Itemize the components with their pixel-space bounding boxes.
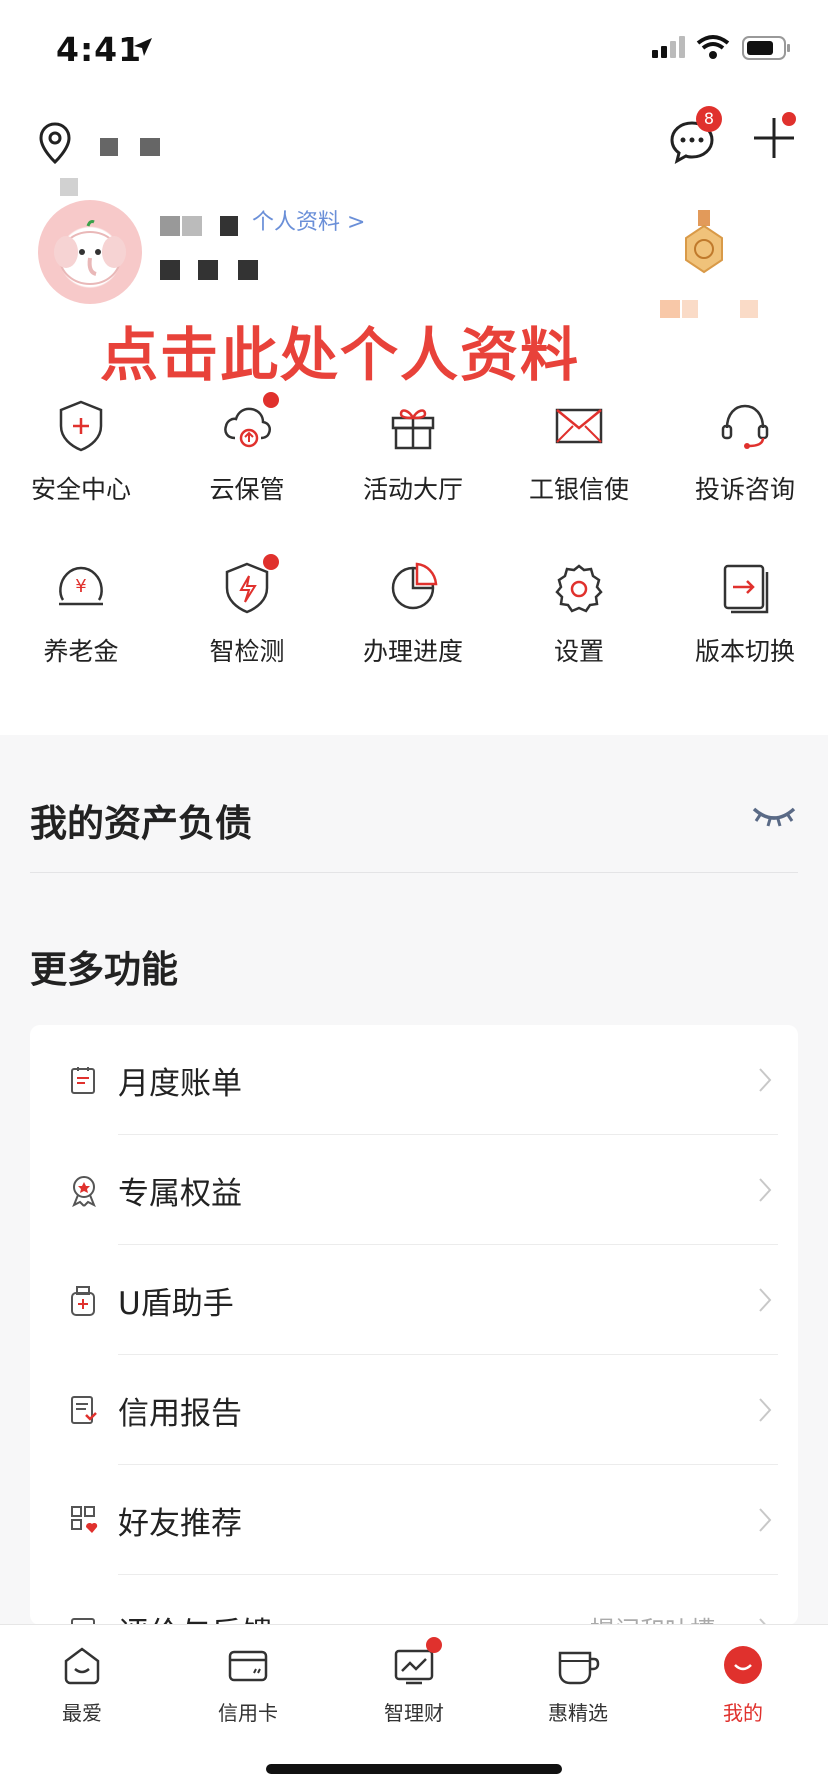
shield-bolt-icon (219, 554, 279, 616)
profile-link[interactable]: 个人资料 > (252, 204, 365, 236)
grid-item-activity-hall[interactable]: 活动大厅 (338, 398, 488, 506)
list-item-friend-referral[interactable]: 好友推荐 (30, 1465, 798, 1575)
grid-label: 版本切换 (694, 637, 795, 666)
tab-label: 信用卡 (218, 1701, 278, 1725)
notification-dot (426, 1637, 442, 1653)
medal-icon[interactable] (680, 210, 728, 280)
profile-section[interactable]: 个人资料 > 点击此处个人资料 (0, 190, 828, 390)
badge-icon (72, 1176, 96, 1207)
promo-annotation-text: 点击此处个人资料 (100, 321, 581, 389)
chart-line-icon (392, 1637, 442, 1687)
pie-progress-icon (385, 560, 441, 616)
grid-label: 设置 (553, 637, 604, 666)
status-bar: 4:41 (0, 0, 828, 100)
top-header: 8 (0, 100, 828, 196)
tab-mine[interactable]: 我的 (678, 1643, 808, 1726)
grid-item-icbc-messenger[interactable]: 工银信使 (504, 398, 654, 506)
list-item-monthly-bill[interactable]: 月度账单 (30, 1025, 798, 1135)
list-item-label: U盾助手 (118, 1286, 234, 1322)
list-item-label: 评价与反馈 (118, 1608, 273, 1625)
yuan-coin-icon: ¥ (53, 560, 109, 616)
grid-item-settings[interactable]: 设置 (504, 560, 654, 668)
ukey-icon (71, 1286, 95, 1316)
grid-item-progress[interactable]: 办理进度 (338, 560, 488, 668)
eye-closed-icon[interactable] (750, 803, 798, 829)
chevron-right-icon (759, 1068, 772, 1092)
tab-label: 我的 (723, 1701, 763, 1725)
grid-label: 办理进度 (362, 637, 463, 666)
list-item-label: 月度账单 (118, 1066, 242, 1102)
headset-icon (717, 398, 773, 454)
elephant-avatar-icon (54, 220, 126, 285)
tab-favorites[interactable]: 最爱 (17, 1643, 147, 1726)
shield-plus-icon (53, 398, 109, 454)
grid-item-cloud-storage[interactable]: 云保管 (172, 392, 322, 506)
grid-label: 云保管 (209, 475, 285, 504)
grid-item-security-center[interactable]: 安全中心 (6, 398, 156, 506)
tab-smart-finance[interactable]: 智理财 (349, 1637, 479, 1726)
tab-selected-deals[interactable]: 惠精选 (513, 1643, 643, 1726)
tab-label: 最爱 (62, 1701, 102, 1725)
notification-dot (263, 554, 279, 570)
battery-icon (742, 36, 790, 60)
grid-label: 投诉咨询 (694, 475, 795, 504)
grid-label: 工银信使 (528, 475, 629, 504)
plus-notification-dot (782, 112, 796, 126)
grid-label: 活动大厅 (362, 475, 463, 504)
list-item-label: 专属权益 (118, 1176, 242, 1212)
cup-icon (556, 1643, 600, 1687)
cellular-signal-icon (652, 36, 685, 58)
home-indicator[interactable] (266, 1764, 562, 1774)
section-divider (30, 872, 798, 873)
qr-share-icon (71, 1506, 98, 1533)
list-item-credit-report[interactable]: 信用报告 (30, 1355, 798, 1465)
chevron-right-icon (759, 1508, 772, 1532)
cloud-upload-icon (219, 392, 279, 454)
chevron-right-icon (759, 1178, 772, 1202)
more-functions-title: 更多功能 (30, 948, 178, 991)
location-arrow-icon (134, 38, 152, 56)
gift-icon (385, 398, 441, 454)
grid-item-smart-detection[interactable]: 智检测 (172, 554, 322, 668)
tab-label: 惠精选 (548, 1701, 608, 1725)
list-item-hint: 提问和吐槽 (590, 1611, 715, 1625)
location-pin-icon[interactable] (38, 122, 72, 166)
chevron-right-icon (759, 1288, 772, 1312)
smile-circle-icon (721, 1643, 765, 1687)
envelope-icon (551, 398, 607, 454)
list-item-exclusive-benefits[interactable]: 专属权益 (30, 1135, 798, 1245)
content-section: 我的资产负债 更多功能 月度账单 专属权益 U盾助手 信用报告 好友推荐 (0, 735, 828, 1625)
list-item-ukey-assistant[interactable]: U盾助手 (30, 1245, 798, 1355)
svg-text:¥: ¥ (75, 576, 86, 597)
assets-title: 我的资产负债 (30, 802, 252, 845)
tab-label: 智理财 (384, 1701, 444, 1725)
message-count-badge: 8 (696, 106, 722, 132)
wifi-icon (696, 35, 730, 59)
grid-item-pension[interactable]: ¥ 养老金 (6, 560, 156, 668)
bill-icon (71, 1067, 95, 1094)
report-icon (71, 1396, 97, 1424)
status-time: 4:41 (56, 30, 143, 69)
list-item-label: 信用报告 (118, 1396, 242, 1432)
credit-card-icon (226, 1643, 270, 1687)
avatar[interactable] (38, 200, 142, 304)
gear-icon (551, 560, 607, 616)
smile-home-icon (60, 1643, 104, 1687)
grid-label: 安全中心 (30, 475, 131, 504)
notification-dot (263, 392, 279, 408)
list-item-feedback[interactable]: 评价与反馈 提问和吐槽 (30, 1575, 798, 1625)
switch-arrow-icon (717, 560, 773, 616)
grid-label: 养老金 (43, 637, 119, 666)
grid-item-version-switch[interactable]: 版本切换 (670, 560, 820, 668)
grid-label: 智检测 (209, 637, 285, 666)
list-item-label: 好友推荐 (118, 1506, 242, 1542)
tab-credit-card[interactable]: 信用卡 (183, 1643, 313, 1726)
grid-item-complaint-consult[interactable]: 投诉咨询 (670, 398, 820, 506)
more-functions-list: 月度账单 专属权益 U盾助手 信用报告 好友推荐 (30, 1025, 798, 1625)
chevron-right-icon (759, 1398, 772, 1422)
